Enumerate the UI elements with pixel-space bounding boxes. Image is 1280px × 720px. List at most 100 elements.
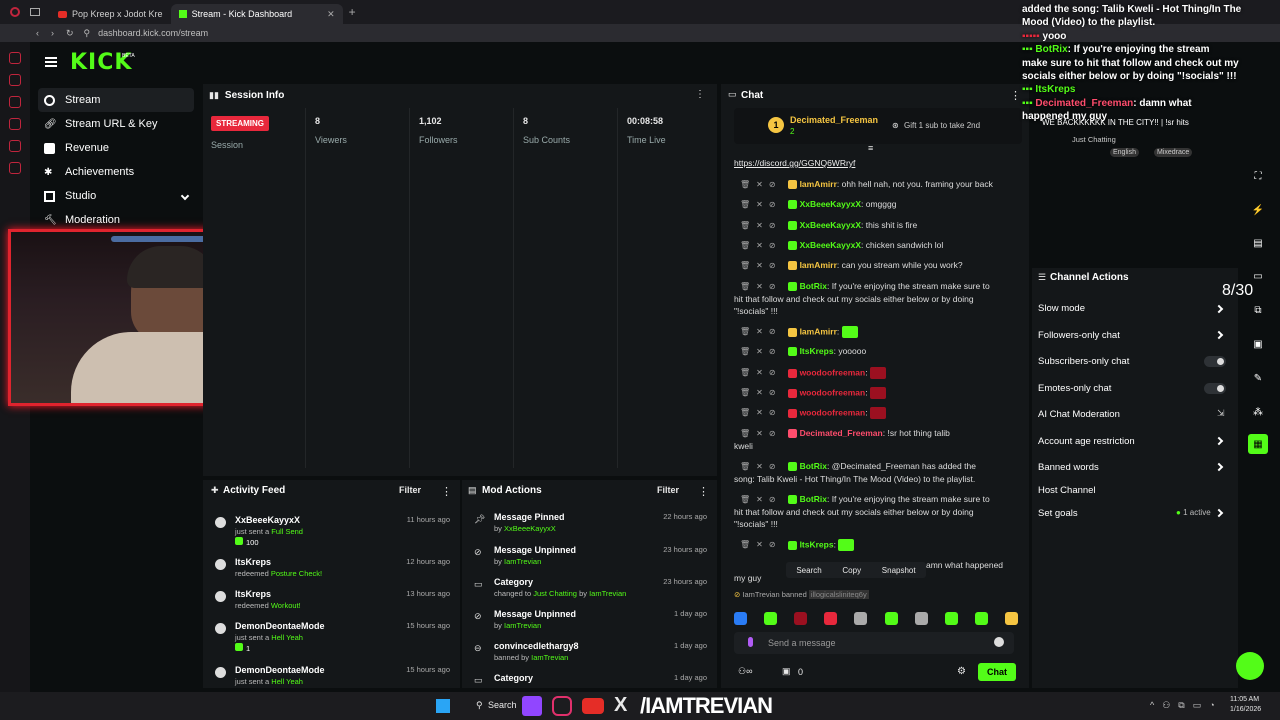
chat-message[interactable]: 🗑︎✕⊘ BotRix: If you're enjoying the strea… <box>734 494 1018 505</box>
emoji-icon[interactable] <box>994 637 1004 647</box>
send-chat-button[interactable]: Chat <box>978 663 1016 681</box>
chat-input-box[interactable]: Send a message <box>734 632 1014 654</box>
menu-copy[interactable]: Copy <box>842 566 861 575</box>
emote-button[interactable] <box>794 612 808 625</box>
emote-button[interactable] <box>884 612 898 625</box>
chat-bubble-icon[interactable]: ▭ <box>1248 266 1268 286</box>
kick-app-icon[interactable]: ▦ <box>1248 434 1268 454</box>
filter-button[interactable]: Filter <box>657 485 679 495</box>
mod-quick-actions-icon[interactable]: 🗑︎✕⊘ <box>740 180 782 189</box>
taskbar-search[interactable]: Search <box>488 700 517 710</box>
filter-button[interactable]: Filter <box>399 485 421 495</box>
chat-message[interactable]: 🗑︎✕⊘ BotRix: If you're enjoying the strea… <box>734 281 1018 292</box>
chevron-down-icon[interactable] <box>180 191 190 201</box>
more-options-icon[interactable]: ⋮ <box>1010 89 1021 102</box>
sidebar-app-icon[interactable] <box>9 74 21 86</box>
back-icon[interactable]: ‹ <box>36 28 39 38</box>
activity-username[interactable]: ItsKreps <box>235 557 271 567</box>
chat-message[interactable]: 🗑︎✕⊘ woodoofreeman: <box>734 407 1018 419</box>
emote-button[interactable] <box>914 612 928 625</box>
chat-username[interactable]: BotRix <box>800 461 827 471</box>
fullscreen-icon[interactable]: ⛶ <box>1248 166 1268 186</box>
support-chat-icon[interactable] <box>1236 652 1264 680</box>
activity-username[interactable]: DemonDeontaeMode <box>235 665 325 675</box>
more-options-icon[interactable]: ⋮ <box>441 485 452 498</box>
discord-link[interactable]: https://discord.gg/GGNQ6WRryf <box>734 158 855 168</box>
mod-quick-actions-icon[interactable]: 🗑︎✕⊘ <box>740 241 782 250</box>
browser-tab-1[interactable]: Pop Kreep x Jodot Kre <box>50 4 171 24</box>
sidebar-item-stream-url-key[interactable]: 🔗︎ Stream URL & Key <box>38 112 194 136</box>
chat-username[interactable]: IamAmirr <box>800 260 837 270</box>
mod-quick-actions-icon[interactable]: 🗑︎✕⊘ <box>740 495 782 504</box>
close-tab-icon[interactable]: ✕ <box>327 9 335 20</box>
chat-username[interactable]: BotRix <box>800 494 827 504</box>
chat-username[interactable]: IamAmirr <box>800 179 837 189</box>
mod-quick-actions-icon[interactable]: 🗑︎✕⊘ <box>740 347 782 356</box>
activity-username[interactable]: ItsKreps <box>235 589 271 599</box>
subscribers-only-toggle[interactable] <box>1204 356 1226 367</box>
ban-target[interactable]: illogicalsliniteq6y <box>808 590 869 599</box>
chat-message[interactable]: 🗑︎✕⊘ XxBeeeKayyxX: chicken sandwich lol <box>734 240 1018 251</box>
activity-username[interactable]: XxBeeeKayyxX <box>235 515 300 525</box>
external-link-icon[interactable]: ⇲ <box>1217 408 1225 419</box>
sidebar-item-studio[interactable]: Studio <box>38 184 194 208</box>
tab-list-icon[interactable] <box>30 8 40 16</box>
more-options-icon[interactable]: ⋮ <box>698 485 709 498</box>
menu-search[interactable]: Search <box>796 566 821 575</box>
more-options-icon[interactable]: ⋮ <box>695 89 705 100</box>
followers-only-row[interactable]: Followers-only chat <box>1038 330 1120 341</box>
chat-message[interactable]: 🗑︎✕⊘ XxBeeeKayyxX: this shit is fire <box>734 220 1018 231</box>
hamburger-menu-icon[interactable] <box>45 57 57 67</box>
chat-username[interactable]: XxBeeeKayyxX <box>800 220 861 230</box>
browser-tab-2[interactable]: Stream - Kick Dashboard ✕ <box>170 4 343 24</box>
chat-username[interactable]: woodoofreeman <box>800 387 866 397</box>
sidebar-app-icon[interactable] <box>9 96 21 108</box>
emote-button[interactable] <box>824 612 838 625</box>
reload-icon[interactable]: ↻ <box>66 28 74 39</box>
emote-button[interactable] <box>854 612 868 625</box>
mod-quick-actions-icon[interactable]: 🗑︎✕⊘ <box>740 327 782 336</box>
notes-icon[interactable]: ▤ <box>1248 233 1268 253</box>
banned-words-row[interactable]: Banned words <box>1038 462 1099 473</box>
emote-button[interactable] <box>944 612 958 625</box>
chat-message[interactable]: 🗑︎✕⊘ XxBeeeKayyxX: omgggg <box>734 199 1018 210</box>
mod-quick-actions-icon[interactable]: 🗑︎✕⊘ <box>740 388 782 397</box>
chat-username[interactable]: ItsKreps <box>800 346 834 356</box>
mod-quick-actions-icon[interactable]: 🗑︎✕⊘ <box>740 282 782 291</box>
chat-input[interactable]: Send a message <box>768 638 836 648</box>
chat-message[interactable]: 🗑︎✕⊘ ItsKreps: yooooo <box>734 346 1018 357</box>
chat-message[interactable]: 🗑︎✕⊘ IamAmirr: <box>734 326 1018 338</box>
mod-quick-actions-icon[interactable]: 🗑︎✕⊘ <box>740 200 782 209</box>
url-field[interactable]: dashboard.kick.com/stream <box>98 28 208 38</box>
account-age-row[interactable]: Account age restriction <box>1038 436 1135 447</box>
mod-quick-actions-icon[interactable]: 🗑︎✕⊘ <box>740 221 782 230</box>
chat-username[interactable]: ItsKreps <box>800 539 834 549</box>
x-icon[interactable]: X <box>614 694 627 717</box>
gift-sub-label[interactable]: Gift 1 sub to take 2nd <box>904 121 980 130</box>
windows-start-icon[interactable] <box>436 699 450 713</box>
ai-moderation-row[interactable]: AI Chat Moderation <box>1038 409 1120 420</box>
mod-quick-actions-icon[interactable]: 🗑︎✕⊘ <box>740 368 782 377</box>
mod-quick-actions-icon[interactable]: 🗑︎✕⊘ <box>740 429 782 438</box>
chat-username[interactable]: woodoofreeman <box>800 367 866 377</box>
collapse-icon[interactable]: ≡ <box>868 143 873 153</box>
emote-button[interactable] <box>764 612 778 625</box>
chat-username[interactable]: XxBeeeKayyxX <box>800 240 861 250</box>
people-icon[interactable]: ⚇∞ <box>738 666 752 677</box>
youtube-taskbar-icon[interactable] <box>582 698 604 714</box>
chat-username[interactable]: XxBeeeKayyxX <box>800 199 861 209</box>
sidebar-item-stream[interactable]: Stream <box>38 88 194 112</box>
chat-username[interactable]: IamAmirr <box>800 326 837 336</box>
chat-username[interactable]: Decimated_Freeman <box>800 428 883 438</box>
chat-username[interactable]: woodoofreeman <box>800 407 866 417</box>
emotes-only-toggle[interactable] <box>1204 383 1226 394</box>
mod-quick-actions-icon[interactable]: 🗑︎✕⊘ <box>740 261 782 270</box>
twitch-icon[interactable] <box>522 696 542 716</box>
mic-icon[interactable] <box>748 637 753 647</box>
chat-username[interactable]: BotRix <box>800 281 827 291</box>
menu-snapshot[interactable]: Snapshot <box>882 566 916 575</box>
nodes-icon[interactable]: ⁂ <box>1248 402 1268 422</box>
chat-message[interactable]: 🗑︎✕⊘ ItsKreps: <box>734 539 1018 551</box>
chat-message[interactable]: 🗑︎✕⊘ BotRix: @Decimated_Freeman has added… <box>734 461 1018 472</box>
layout-icon[interactable]: ▣ <box>1248 334 1268 354</box>
